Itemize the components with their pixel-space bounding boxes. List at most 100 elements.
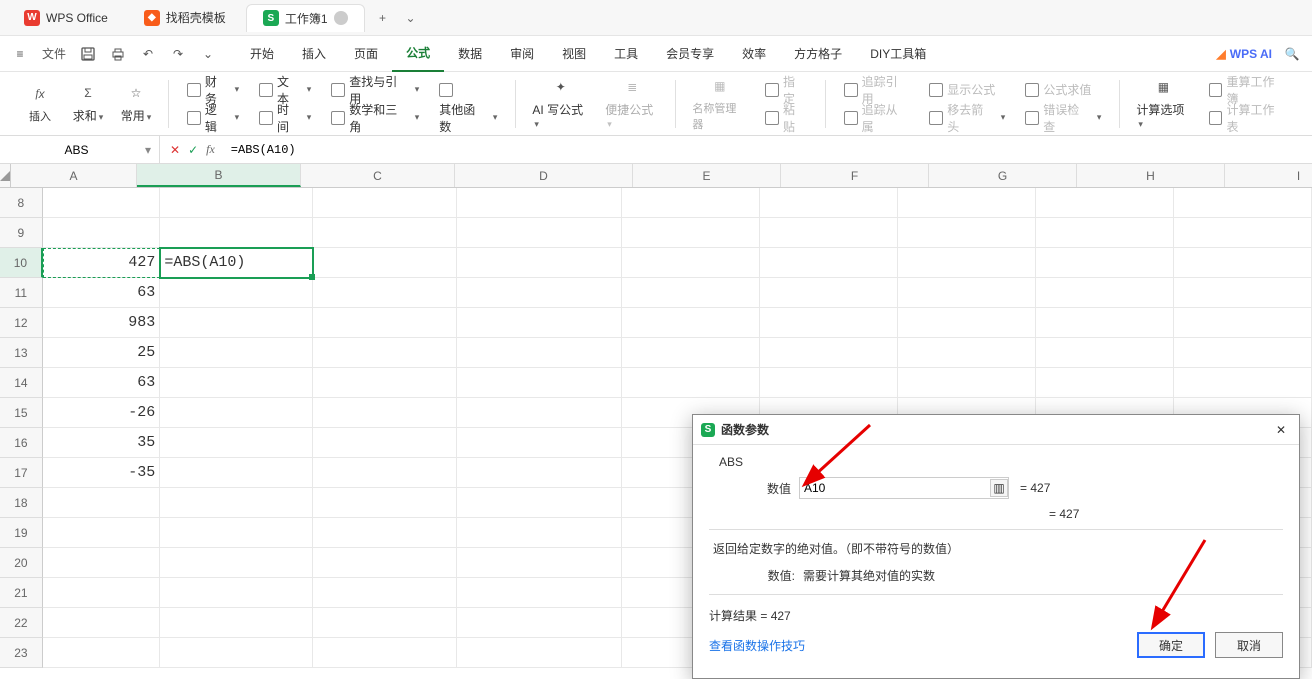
name-box-input[interactable] (8, 143, 145, 157)
help-link[interactable]: 查看函数操作技巧 (709, 637, 805, 654)
cell-D12[interactable] (457, 308, 623, 338)
cell-E12[interactable] (622, 308, 760, 338)
cell-H10[interactable] (1036, 248, 1174, 278)
trace-precedents-button[interactable]: 追踪引用 (838, 78, 916, 102)
cell-H12[interactable] (1036, 308, 1174, 338)
cell-D13[interactable] (457, 338, 623, 368)
tab-review[interactable]: 审阅 (496, 36, 548, 72)
time-button[interactable]: 时间▾ (253, 106, 317, 130)
trace-dependents-button[interactable]: 追踪从属 (838, 106, 916, 130)
row-header-19[interactable]: 19 (0, 518, 43, 548)
tab-wps-office[interactable]: W WPS Office (8, 4, 124, 32)
wps-ai-button[interactable]: ◢ WPS AI (1217, 47, 1272, 61)
cell-G8[interactable] (898, 188, 1036, 218)
show-formula-button[interactable]: 显示公式 (923, 78, 1011, 102)
cell-C20[interactable] (313, 548, 457, 578)
remove-arrows-button[interactable]: 移去箭头▾ (923, 106, 1011, 130)
cell-B21[interactable] (160, 578, 313, 608)
tab-list-chevron-icon[interactable]: ⌄ (397, 4, 425, 32)
cell-B18[interactable] (160, 488, 313, 518)
cell-C13[interactable] (313, 338, 457, 368)
cell-E9[interactable] (622, 218, 760, 248)
select-all-corner[interactable] (0, 164, 11, 187)
cell-I10[interactable] (1174, 248, 1312, 278)
dialog-titlebar[interactable]: S 函数参数 ✕ (693, 415, 1299, 445)
cell-D22[interactable] (457, 608, 623, 638)
other-fn-button[interactable]: 其他函数▾ (433, 106, 503, 130)
cell-D10[interactable] (457, 248, 623, 278)
cell-I9[interactable] (1174, 218, 1312, 248)
cell-D18[interactable] (457, 488, 623, 518)
save-icon[interactable] (76, 42, 100, 66)
cell-E11[interactable] (622, 278, 760, 308)
cell-B22[interactable] (160, 608, 313, 638)
arg-input[interactable] (799, 477, 1009, 499)
row-header-9[interactable]: 9 (0, 218, 43, 248)
paste-name-button[interactable]: 粘贴 (759, 106, 813, 130)
cell-C23[interactable] (313, 638, 457, 668)
row-header-16[interactable]: 16 (0, 428, 43, 458)
cell-B14[interactable] (160, 368, 313, 398)
cell-B19[interactable] (160, 518, 313, 548)
cell-C18[interactable] (313, 488, 457, 518)
cell-C14[interactable] (313, 368, 457, 398)
cell-B11[interactable] (160, 278, 313, 308)
cell-F8[interactable] (760, 188, 898, 218)
print-icon[interactable] (106, 42, 130, 66)
cell-C9[interactable] (313, 218, 457, 248)
col-header-B[interactable]: B (137, 164, 301, 187)
cell-D9[interactable] (457, 218, 623, 248)
cell-H13[interactable] (1036, 338, 1174, 368)
cell-F11[interactable] (760, 278, 898, 308)
recalc-wb-button[interactable]: 重算工作簿 (1203, 78, 1292, 102)
cell-A18[interactable] (43, 488, 161, 518)
row-header-23[interactable]: 23 (0, 638, 43, 668)
cell-B20[interactable] (160, 548, 313, 578)
cell-B23[interactable] (160, 638, 313, 668)
cell-G9[interactable] (898, 218, 1036, 248)
name-manager-button[interactable]: ▦ 名称管理器 (688, 76, 751, 132)
row-header-10[interactable]: 10 (0, 248, 43, 278)
cell-E10[interactable] (622, 248, 760, 278)
cell-E14[interactable] (622, 368, 760, 398)
row-header-11[interactable]: 11 (0, 278, 43, 308)
cell-H9[interactable] (1036, 218, 1174, 248)
row-header-13[interactable]: 13 (0, 338, 43, 368)
row-header-20[interactable]: 20 (0, 548, 43, 578)
col-header-A[interactable]: A (11, 164, 137, 187)
cell-D11[interactable] (457, 278, 623, 308)
cell-B15[interactable] (160, 398, 313, 428)
quick-formula-button[interactable]: ≣ 便捷公式▾ (601, 76, 663, 132)
cell-C22[interactable] (313, 608, 457, 638)
row-header-15[interactable]: 15 (0, 398, 43, 428)
cell-G13[interactable] (898, 338, 1036, 368)
col-header-D[interactable]: D (455, 164, 633, 187)
ok-button[interactable]: 确定 (1137, 632, 1205, 658)
cell-A16[interactable]: 35 (43, 428, 161, 458)
redo-icon[interactable]: ↷ (166, 42, 190, 66)
cell-D20[interactable] (457, 548, 623, 578)
cell-D17[interactable] (457, 458, 623, 488)
col-header-G[interactable]: G (929, 164, 1077, 187)
cell-F10[interactable] (760, 248, 898, 278)
text-button[interactable]: 文本▾ (253, 78, 317, 102)
tab-view[interactable]: 视图 (548, 36, 600, 72)
cell-C16[interactable] (313, 428, 457, 458)
row-header-21[interactable]: 21 (0, 578, 43, 608)
cell-A11[interactable]: 63 (43, 278, 161, 308)
cell-A21[interactable] (43, 578, 161, 608)
lookup-button[interactable]: 查找与引用▾ (325, 78, 425, 102)
tab-data[interactable]: 数据 (444, 36, 496, 72)
cell-F13[interactable] (760, 338, 898, 368)
fx-button[interactable]: fx (206, 142, 215, 157)
cell-A20[interactable] (43, 548, 161, 578)
cell-A10[interactable]: 427 (43, 248, 161, 278)
cell-F12[interactable] (760, 308, 898, 338)
qat-chevron-icon[interactable]: ⌄ (196, 42, 220, 66)
cell-C11[interactable] (313, 278, 457, 308)
cell-B13[interactable] (160, 338, 313, 368)
cell-B9[interactable] (160, 218, 313, 248)
tab-workbook[interactable]: S 工作簿1 (246, 4, 365, 32)
col-header-H[interactable]: H (1077, 164, 1225, 187)
cell-E8[interactable] (622, 188, 760, 218)
